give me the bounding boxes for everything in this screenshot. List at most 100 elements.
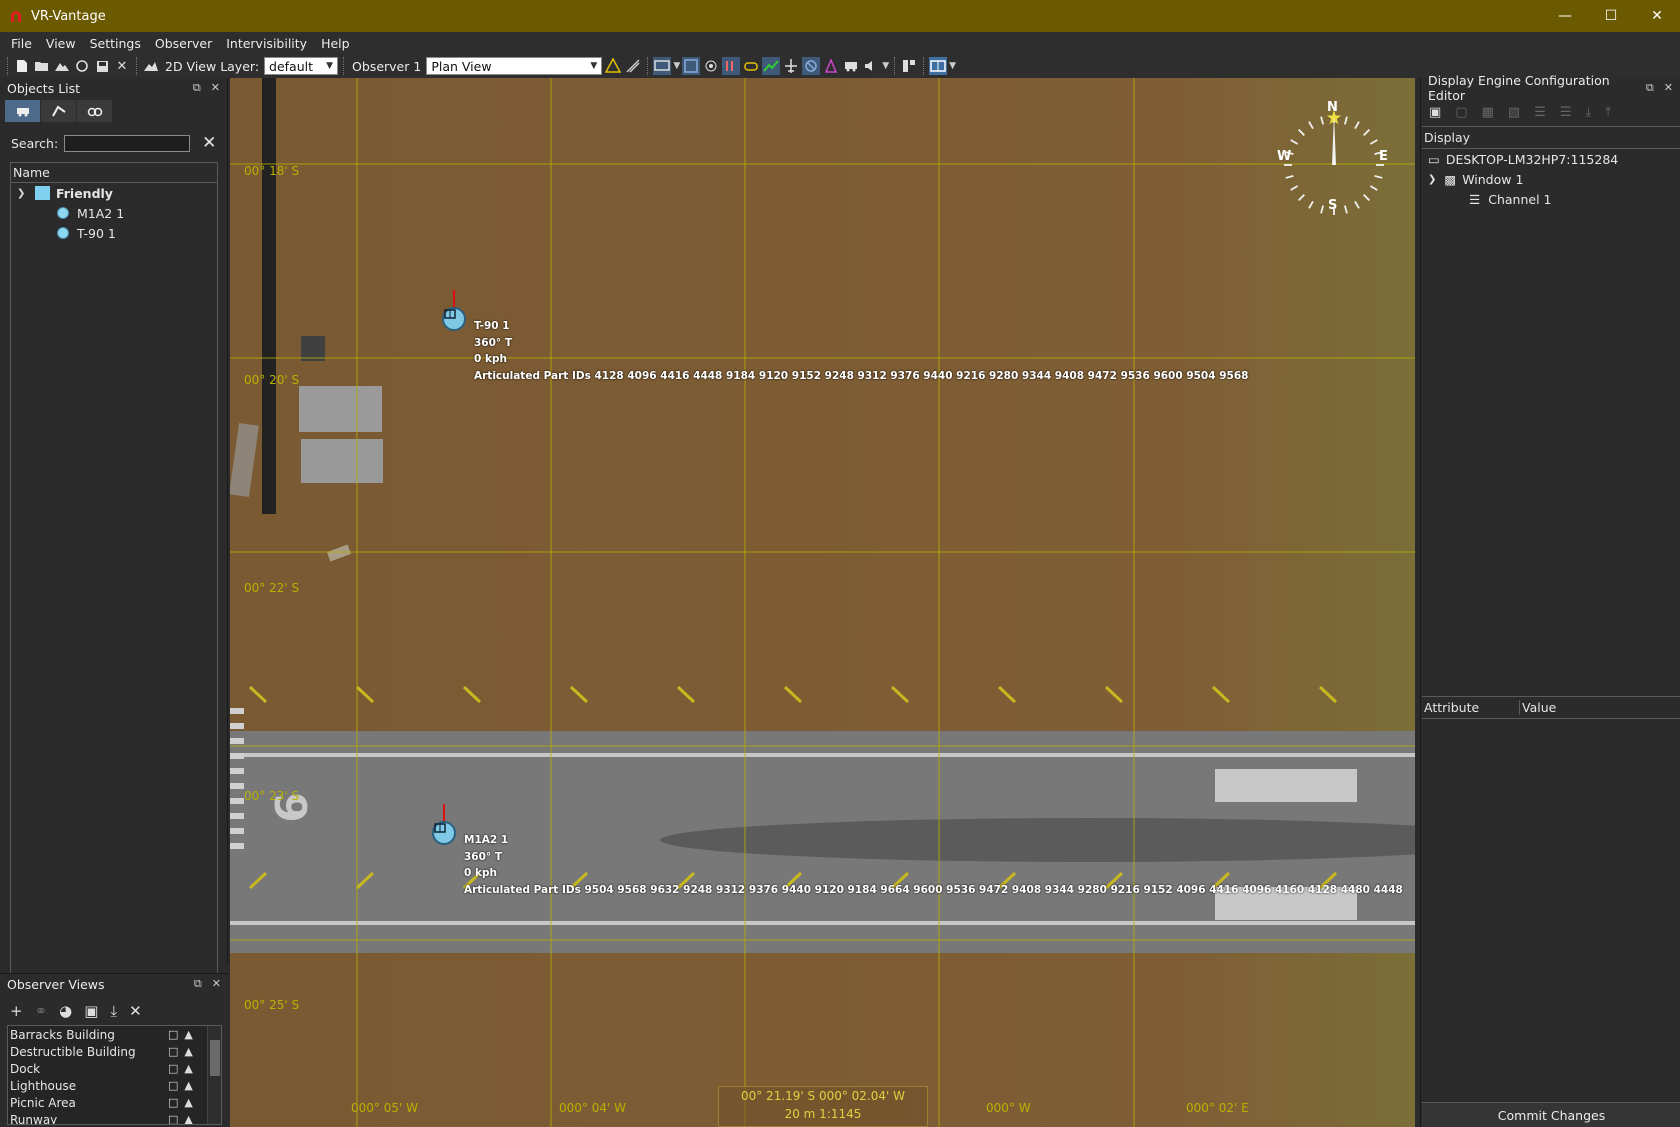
- 3d-view-icon[interactable]: □: [168, 1096, 178, 1109]
- route-icon[interactable]: [624, 57, 642, 75]
- hide-icon[interactable]: ◕: [59, 1002, 72, 1020]
- 3d-view-icon[interactable]: □: [168, 1045, 178, 1058]
- terrain-icon[interactable]: ▲: [184, 1045, 192, 1058]
- add-display-icon[interactable]: ▣: [1429, 105, 1441, 120]
- label-toggle-icon[interactable]: [742, 57, 760, 75]
- scrollbar-thumb[interactable]: [210, 1040, 220, 1076]
- terrain-icon[interactable]: ▲: [184, 1028, 192, 1041]
- terrain-icon[interactable]: [53, 57, 71, 75]
- close-panel-icon[interactable]: ✕: [212, 977, 221, 991]
- observer-views-title: Observer Views: [7, 976, 105, 992]
- open-folder-icon[interactable]: [33, 57, 51, 75]
- threshold-bar: [230, 843, 244, 849]
- unit-filter-icon[interactable]: [722, 57, 741, 75]
- no-fire-zone-icon[interactable]: [802, 57, 821, 75]
- terrain-icon[interactable]: ▲: [184, 1079, 192, 1092]
- 3d-view-icon[interactable]: □: [168, 1079, 178, 1092]
- value-column-header[interactable]: Value: [1520, 700, 1556, 715]
- tree-group-friendly[interactable]: ❯ Friendly: [11, 183, 217, 203]
- list-item[interactable]: Picnic Area □ ▲: [8, 1094, 221, 1111]
- chevron-down-icon[interactable]: ❯: [17, 188, 31, 199]
- capture-view-icon[interactable]: ▣: [84, 1002, 98, 1020]
- display-column-header[interactable]: Display: [1422, 127, 1680, 149]
- clear-search-icon[interactable]: ✕: [202, 133, 216, 153]
- save-icon[interactable]: [93, 57, 111, 75]
- 3d-view-icon[interactable]: □: [168, 1113, 178, 1124]
- menu-settings[interactable]: Settings: [83, 36, 148, 51]
- export-icon[interactable]: ⤒: [1605, 105, 1611, 120]
- list-item[interactable]: Lighthouse □ ▲: [8, 1077, 221, 1094]
- panel-layout-icon[interactable]: [900, 57, 918, 75]
- vehicle-icon[interactable]: [842, 57, 860, 75]
- attribute-column-header[interactable]: Attribute: [1422, 700, 1520, 715]
- remove-layer-icon[interactable]: ☰: [1560, 105, 1572, 120]
- undock-icon[interactable]: ⧉: [1646, 81, 1654, 95]
- add-window-icon[interactable]: ▢: [1455, 105, 1467, 120]
- 3d-view-icon[interactable]: □: [168, 1062, 178, 1075]
- view-layer-select[interactable]: default ▼: [264, 57, 339, 75]
- aircraft-icon[interactable]: [782, 57, 800, 75]
- tab-observers[interactable]: [77, 100, 113, 122]
- terrain-icon[interactable]: ▲: [184, 1096, 192, 1109]
- range-rings-icon[interactable]: [702, 57, 720, 75]
- duplicate-icon[interactable]: ▧: [1508, 105, 1520, 120]
- chevron-down-icon[interactable]: ▼: [673, 61, 680, 71]
- reload-icon[interactable]: [73, 57, 91, 75]
- tree-item-channel[interactable]: ☰ Channel 1: [1422, 189, 1680, 209]
- tab-tactical-graphics[interactable]: [41, 100, 77, 122]
- tree-item-window[interactable]: ❯ ▩ Window 1: [1422, 169, 1680, 189]
- close-icon[interactable]: ✕: [113, 57, 131, 75]
- unit-marker-m1a2[interactable]: [432, 804, 456, 845]
- maximize-button[interactable]: ☐: [1588, 0, 1634, 32]
- new-file-icon[interactable]: [13, 57, 31, 75]
- threshold-bar: [230, 828, 244, 834]
- close-panel-icon[interactable]: ✕: [211, 81, 220, 95]
- sensor-cone-icon[interactable]: [822, 57, 840, 75]
- minimize-button[interactable]: —: [1542, 0, 1588, 32]
- unit-marker-t90[interactable]: [442, 290, 466, 331]
- menu-intervisibility[interactable]: Intervisibility: [219, 36, 314, 51]
- chevron-down-icon[interactable]: ❯: [1428, 174, 1436, 185]
- zoom-extent-icon[interactable]: [682, 57, 701, 75]
- name-column-header[interactable]: Name: [11, 163, 217, 183]
- plan-view-map[interactable]: 9 N S E W 00° 18' S 00° 20' S 00° 22' S …: [230, 78, 1415, 1127]
- menu-help[interactable]: Help: [314, 36, 357, 51]
- terrain-icon[interactable]: ▲: [184, 1062, 192, 1075]
- track-history-icon[interactable]: [762, 57, 781, 75]
- menu-observer[interactable]: Observer: [148, 36, 219, 51]
- search-input[interactable]: [64, 134, 191, 152]
- menu-view[interactable]: View: [39, 36, 83, 51]
- delete-icon[interactable]: ✕: [129, 1002, 142, 1020]
- list-item[interactable]: Runway □ ▲: [8, 1111, 221, 1125]
- tree-item-m1a2[interactable]: M1A2 1: [11, 203, 217, 223]
- tab-vehicles[interactable]: [5, 100, 41, 122]
- close-panel-icon[interactable]: ✕: [1664, 81, 1673, 95]
- add-icon[interactable]: +: [10, 1002, 23, 1020]
- add-channel-icon[interactable]: ▦: [1482, 105, 1494, 120]
- list-item[interactable]: Barracks Building □ ▲: [8, 1026, 221, 1043]
- close-window-button[interactable]: ✕: [1634, 0, 1680, 32]
- observer-list-scrollbar[interactable]: [207, 1026, 221, 1124]
- undock-icon[interactable]: ⧉: [193, 81, 201, 95]
- tree-item-t90[interactable]: T-90 1: [11, 223, 217, 243]
- menu-file[interactable]: File: [4, 36, 39, 51]
- link-icon[interactable]: ⚭: [35, 1002, 48, 1020]
- tree-item-host[interactable]: ▭ DESKTOP-LM32HP7:115284: [1422, 149, 1680, 169]
- split-view-icon[interactable]: [929, 57, 948, 75]
- waypoint-icon[interactable]: [604, 57, 622, 75]
- display-mode-icon[interactable]: [653, 57, 672, 75]
- terrain-icon[interactable]: ▲: [184, 1113, 192, 1124]
- chevron-down-icon[interactable]: ▼: [882, 61, 889, 71]
- chevron-down-icon[interactable]: ▼: [949, 61, 956, 71]
- layer-edit-icon[interactable]: [142, 57, 160, 75]
- observer-view-select[interactable]: Plan View ▼: [426, 57, 603, 75]
- download-icon[interactable]: ⤓: [110, 1002, 117, 1020]
- list-item[interactable]: Destructible Building □ ▲: [8, 1043, 221, 1060]
- import-icon[interactable]: ⤓: [1586, 105, 1592, 120]
- undock-icon[interactable]: ⧉: [194, 977, 202, 991]
- list-item[interactable]: Dock □ ▲: [8, 1060, 221, 1077]
- 3d-view-icon[interactable]: □: [168, 1028, 178, 1041]
- commit-changes-button[interactable]: Commit Changes: [1422, 1102, 1680, 1127]
- add-layer-icon[interactable]: ☰: [1534, 105, 1546, 120]
- audio-icon[interactable]: [862, 57, 880, 75]
